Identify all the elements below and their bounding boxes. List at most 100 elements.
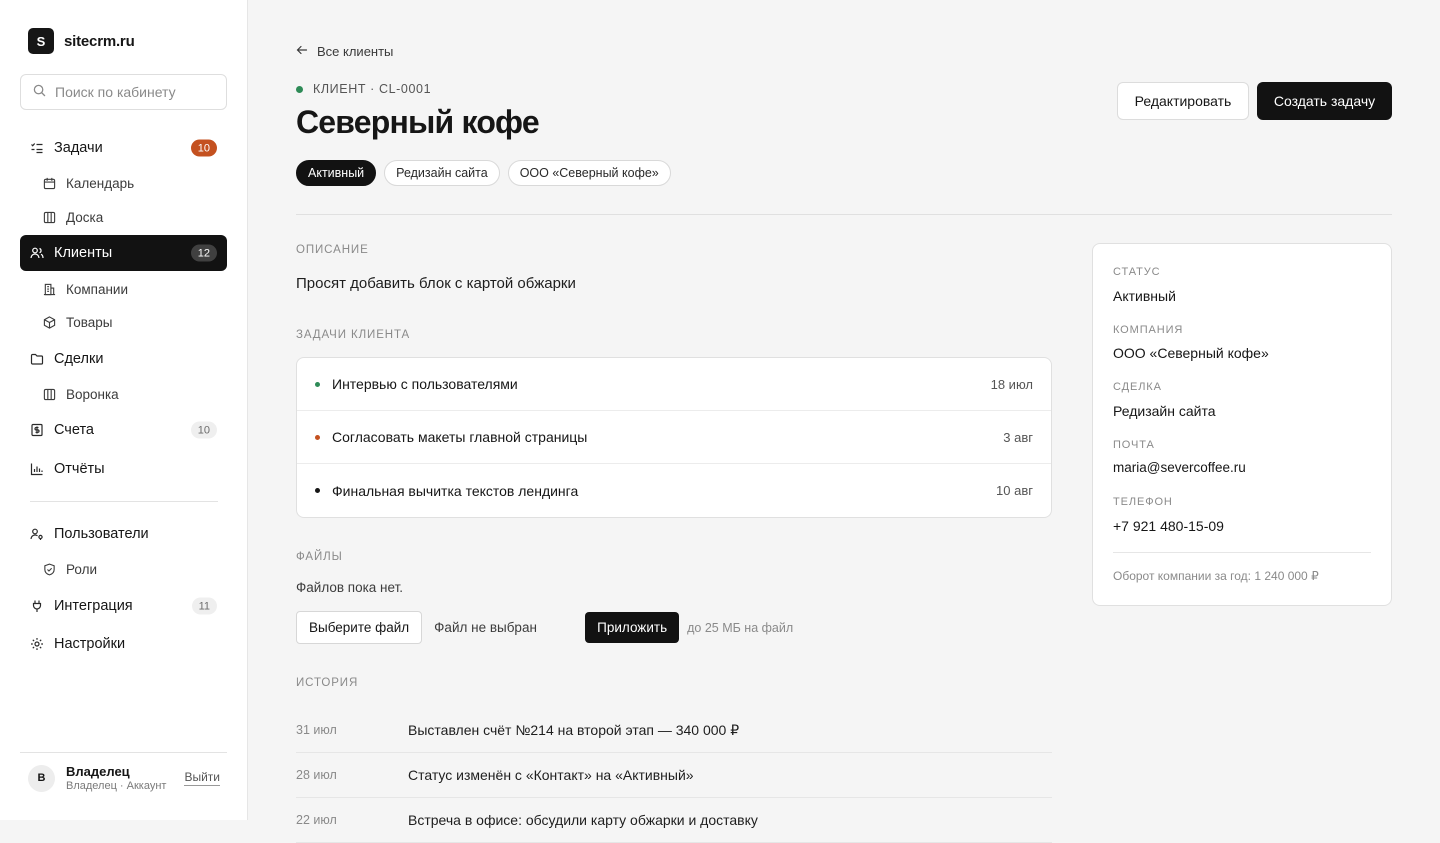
nav-settings-label: Настройки (54, 636, 126, 652)
sidebar-divider (30, 501, 218, 502)
info-divider (1113, 552, 1371, 553)
attach-button[interactable]: Приложить (585, 612, 680, 643)
email-value[interactable]: maria@severcoffee.ru (1113, 460, 1246, 475)
history-date: 31 июл (296, 723, 337, 737)
description-heading: ОПИСАНИЕ (296, 244, 369, 256)
client-id: КЛИЕНТ · CL-0001 (313, 82, 432, 96)
nav-invoices[interactable]: Счета 10 (20, 412, 227, 448)
nav-users-label: Пользователи (54, 526, 149, 542)
nav-deals-label: Сделки (54, 351, 104, 367)
nav-products[interactable]: Товары (20, 307, 227, 337)
deal-label: СДЕЛКА (1113, 381, 1162, 393)
nav-integration[interactable]: Интеграция 11 (20, 588, 227, 624)
nav-tasks[interactable]: Задачи 10 (20, 130, 227, 166)
task-row[interactable]: Интервью с пользователями 18 июл (297, 358, 1051, 411)
sidebar-bottom-divider (20, 752, 227, 753)
email-label: ПОЧТА (1113, 439, 1155, 451)
logout-link[interactable]: Выйти (184, 770, 220, 786)
task-date: 3 авг (1003, 429, 1033, 445)
page-title: Северный кофе (296, 104, 540, 140)
task-title: Финальная вычитка текстов лендинга (332, 482, 579, 499)
company-label: КОМПАНИЯ (1113, 324, 1184, 336)
nav-board[interactable]: Доска (20, 202, 227, 232)
description-text: Просят добавить блок с картой обжарки (296, 275, 576, 292)
nav-invoices-label: Счета (54, 422, 94, 438)
user-key-icon (30, 527, 44, 541)
nav-settings[interactable]: Настройки (20, 626, 227, 662)
status-chip: Активный (296, 160, 377, 186)
gear-icon (30, 637, 44, 651)
nav-companies-label: Компании (66, 281, 129, 297)
task-status-dot (315, 488, 320, 493)
board-icon (42, 210, 56, 224)
brand[interactable]: S sitecrm.ru (28, 28, 135, 54)
history-list: 31 июл Выставлен счёт №214 на второй эта… (296, 708, 1052, 843)
avatar[interactable]: В (28, 764, 55, 792)
nav-tasks-label: Задачи (54, 140, 103, 156)
bar-chart-icon (30, 462, 44, 476)
nav-calendar[interactable]: Календарь (20, 168, 227, 198)
shield-icon (42, 562, 56, 576)
company-value[interactable]: ООО «Северный кофе» (1113, 345, 1269, 361)
back-link[interactable]: Все клиенты (296, 44, 393, 59)
nav-reports[interactable]: Отчёты (20, 451, 227, 487)
phone-value[interactable]: +7 921 480-15-09 (1113, 518, 1224, 534)
brand-name: sitecrm.ru (64, 32, 135, 50)
file-upload-row: Выберите файл Файл не выбран Приложить д… (296, 611, 793, 644)
edit-button[interactable]: Редактировать (1117, 82, 1249, 120)
history-text: Выставлен счёт №214 на второй этап — 340… (408, 721, 740, 738)
history-text: Статус изменён с «Контакт» на «Активный» (408, 767, 694, 783)
user-info: Владелец Владелец · Аккаунт (66, 764, 172, 792)
nav-companies[interactable]: Компании (20, 274, 227, 304)
sidebar: S sitecrm.ru Задачи 10 Календарь Доска К… (0, 0, 248, 820)
create-task-button[interactable]: Создать задачу (1257, 82, 1392, 120)
clients-count-badge: 12 (190, 244, 217, 262)
client-info-card: СТАТУС Активный КОМПАНИЯ ООО «Северный к… (1092, 243, 1392, 606)
status-value: Активный (1113, 288, 1176, 304)
task-row[interactable]: Согласовать макеты главной страницы 3 ав… (297, 411, 1051, 464)
invoices-count-badge: 10 (190, 421, 217, 439)
nav-deals[interactable]: Сделки (20, 341, 227, 377)
task-title: Интервью с пользователями (332, 376, 518, 392)
history-text: Встреча в офисе: обсудили карту обжарки … (408, 812, 758, 828)
history-row: 31 июл Выставлен счёт №214 на второй эта… (296, 708, 1052, 753)
history-row: 22 июл Встреча в офисе: обсудили карту о… (296, 798, 1052, 843)
files-empty-text: Файлов пока нет. (296, 580, 404, 595)
deal-value[interactable]: Редизайн сайта (1113, 403, 1215, 419)
nav-roles[interactable]: Роли (20, 554, 227, 584)
nav-users[interactable]: Пользователи (20, 516, 227, 552)
columns-icon (42, 387, 56, 401)
search-icon (33, 84, 46, 100)
task-date: 10 авг (996, 483, 1033, 498)
user-name: Владелец (66, 764, 130, 779)
annual-turnover: Оборот компании за год: 1 240 000 ₽ (1113, 569, 1319, 583)
user-profile: В Владелец Владелец · Аккаунт Выйти (28, 762, 220, 794)
nav-funnel[interactable]: Воронка (20, 379, 227, 409)
nav-clients[interactable]: Клиенты 12 (20, 235, 227, 271)
task-row[interactable]: Финальная вычитка текстов лендинга 10 ав… (297, 464, 1051, 517)
file-name-status: Файл не выбран (434, 620, 537, 635)
task-date: 18 июл (990, 376, 1033, 392)
nav-clients-label: Клиенты (54, 245, 113, 261)
client-tags: Активный Редизайн сайта ООО «Северный ко… (296, 160, 671, 186)
search-input[interactable] (55, 84, 215, 100)
history-heading: ИСТОРИЯ (296, 677, 359, 689)
back-link-label: Все клиенты (317, 44, 394, 59)
history-date: 28 июл (296, 768, 337, 782)
plug-icon (30, 599, 44, 613)
deal-chip[interactable]: Редизайн сайта (384, 160, 500, 186)
status-dot (296, 85, 303, 93)
integration-count-badge: 11 (191, 597, 217, 615)
company-chip[interactable]: ООО «Северный кофе» (507, 160, 671, 186)
brand-logo: S (28, 28, 54, 54)
search-box[interactable] (20, 74, 227, 110)
choose-file-button[interactable]: Выберите файл (296, 611, 423, 644)
task-title: Согласовать макеты главной страницы (332, 429, 588, 445)
users-icon (30, 246, 44, 260)
client-tasks-list: Интервью с пользователями 18 июл Согласо… (296, 357, 1052, 518)
nav-products-label: Товары (66, 314, 113, 330)
nav-reports-label: Отчёты (54, 461, 105, 477)
phone-label: ТЕЛЕФОН (1113, 496, 1173, 508)
file-size-hint: до 25 МБ на файл (687, 620, 794, 635)
nav-roles-label: Роли (66, 561, 98, 577)
